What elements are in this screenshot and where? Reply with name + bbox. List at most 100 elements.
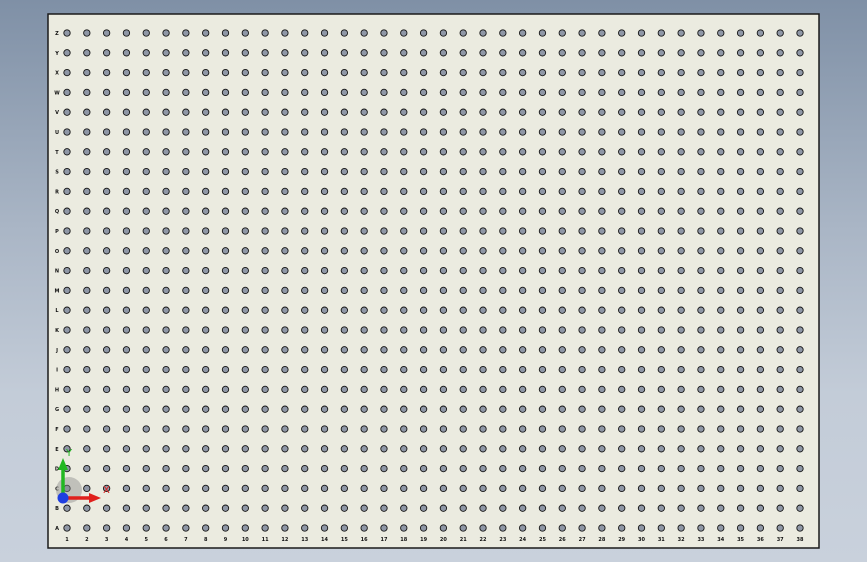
hole-U21 <box>459 128 467 136</box>
hole-A2 <box>83 524 91 532</box>
row-label: O <box>55 249 59 255</box>
hole-W36 <box>756 88 765 97</box>
hole-B34 <box>717 504 725 512</box>
hole-Y29 <box>618 49 626 57</box>
hole-Q34 <box>717 207 725 215</box>
x-axis-label: X <box>103 485 110 496</box>
hole-U23 <box>499 128 507 136</box>
hole-R29 <box>618 187 626 196</box>
hole-W6 <box>162 88 170 97</box>
hole-V3 <box>102 108 111 116</box>
hole-D26 <box>558 464 566 473</box>
hole-P34 <box>717 227 725 235</box>
hole-Y33 <box>697 49 705 57</box>
hole-Z4 <box>122 29 131 37</box>
hole-G16 <box>360 405 368 413</box>
hole-M34 <box>717 286 725 295</box>
hole-M23 <box>499 286 507 295</box>
hole-I27 <box>578 365 586 374</box>
hole-S21 <box>459 167 467 176</box>
hole-X22 <box>479 68 487 77</box>
hole-Q15 <box>340 207 348 215</box>
hole-L14 <box>320 306 329 314</box>
hole-S25 <box>538 167 547 176</box>
hole-E14 <box>320 445 329 453</box>
hole-Z12 <box>281 29 289 37</box>
hole-P24 <box>519 227 527 235</box>
hole-I31 <box>657 365 665 374</box>
hole-R1 <box>63 187 71 196</box>
hole-R31 <box>657 187 665 196</box>
hole-A23 <box>499 524 507 532</box>
hole-C11 <box>261 484 269 493</box>
hole-G38 <box>796 405 804 413</box>
hole-F6 <box>162 425 170 433</box>
hole-I35 <box>736 365 745 374</box>
hole-J25 <box>538 346 547 354</box>
hole-A12 <box>281 524 289 532</box>
hole-S9 <box>221 167 230 176</box>
hole-F30 <box>637 425 646 433</box>
hole-C37 <box>776 484 784 493</box>
hole-A30 <box>637 524 646 532</box>
hole-O26 <box>558 247 566 255</box>
hole-T21 <box>459 148 467 156</box>
hole-S12 <box>281 167 289 176</box>
hole-M7 <box>182 286 190 295</box>
hole-M1 <box>63 286 71 295</box>
hole-I19 <box>419 365 428 374</box>
hole-I21 <box>459 365 467 374</box>
hole-L7 <box>182 306 190 314</box>
row-label: G <box>55 407 59 413</box>
hole-R30 <box>637 187 646 196</box>
hole-V24 <box>519 108 527 116</box>
hole-H33 <box>697 385 705 394</box>
cad-viewport[interactable]: 1 2 3 4 5 6 7 8 9 10 11 12 13 14 15 16 17 18 19 20 21 22 23 24 2… <box>0 0 867 562</box>
hole-L38 <box>796 306 804 314</box>
hole-I4 <box>122 365 131 374</box>
hole-C20 <box>439 484 448 493</box>
hole-C29 <box>618 484 626 493</box>
hole-X33 <box>697 68 705 77</box>
hole-T37 <box>776 148 784 156</box>
hole-K7 <box>182 326 190 334</box>
hole-H20 <box>439 385 448 394</box>
hole-E37 <box>776 445 784 453</box>
hole-W27 <box>578 88 586 97</box>
hole-A14 <box>320 524 329 532</box>
hole-C10 <box>241 484 249 493</box>
hole-V1 <box>63 108 71 116</box>
hole-S17 <box>380 167 388 176</box>
hole-V23 <box>499 108 507 116</box>
hole-B15 <box>340 504 348 512</box>
hole-D32 <box>677 464 685 473</box>
hole-S37 <box>776 167 784 176</box>
hole-R21 <box>459 187 467 196</box>
hole-M37 <box>776 286 784 295</box>
hole-D31 <box>657 464 665 473</box>
hole-J12 <box>281 346 289 354</box>
hole-R37 <box>776 187 784 196</box>
hole-Q31 <box>657 207 665 215</box>
row-label: F <box>55 427 58 433</box>
hole-J13 <box>301 346 309 354</box>
hole-E12 <box>281 445 289 453</box>
hole-S24 <box>519 167 527 176</box>
hole-J28 <box>598 346 606 354</box>
hole-O24 <box>519 247 527 255</box>
hole-J26 <box>558 346 566 354</box>
hole-I11 <box>261 365 269 374</box>
hole-M32 <box>677 286 685 295</box>
hole-S36 <box>756 167 765 176</box>
hole-Z28 <box>598 29 606 37</box>
hole-S27 <box>578 167 586 176</box>
hole-O38 <box>796 247 804 255</box>
hole-X7 <box>182 68 190 77</box>
hole-E32 <box>677 445 685 453</box>
hole-O20 <box>439 247 448 255</box>
hole-I18 <box>400 365 408 374</box>
hole-K17 <box>380 326 388 334</box>
hole-X29 <box>618 68 626 77</box>
hole-N23 <box>499 266 507 275</box>
perfboard-drawing[interactable]: 1 2 3 4 5 6 7 8 9 10 11 12 13 14 15 16 17 18 19 20 21 22 23 24 2… <box>0 0 867 562</box>
